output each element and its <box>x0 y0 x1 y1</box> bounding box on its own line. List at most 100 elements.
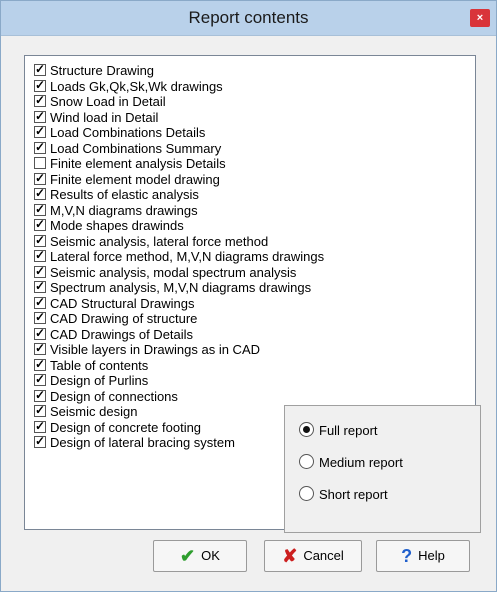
checkmark-icon: ✓ <box>35 139 46 154</box>
checkbox-checked[interactable]: ✓ <box>34 310 46 324</box>
checklist-item[interactable]: ✓ Design of concrete footing <box>34 419 202 436</box>
close-button[interactable]: × <box>470 9 490 27</box>
checkbox-checked[interactable]: ✓ <box>34 279 46 293</box>
report-type-group: Full report Medium report Short report <box>284 405 481 533</box>
radio-dot-icon <box>303 426 310 433</box>
checklist-item[interactable]: ✓ Wind load in Detail <box>34 108 159 126</box>
checklist-item[interactable]: ✓ Lateral force method, M,V,N diagrams dr… <box>34 248 324 265</box>
checklist-item[interactable]: ✓ Table of contents <box>34 357 148 374</box>
checklist-item[interactable]: ✓ Results of elastic analysis <box>34 186 199 203</box>
checkmark-icon: ✓ <box>35 387 46 402</box>
checklist-item-label: Finite element model drawing <box>50 171 220 187</box>
checkbox-checked[interactable]: ✓ <box>34 326 46 340</box>
checklist-item-label: Load Combinations Details <box>50 125 206 140</box>
checklist-item-label: Finite element analysis Details <box>50 156 226 171</box>
checklist-item-label: CAD Structural Drawings <box>50 295 195 311</box>
checkbox-checked[interactable]: ✓ <box>34 248 46 262</box>
checkbox-checked[interactable]: ✓ <box>34 108 46 123</box>
report-type-label: Short report <box>319 487 388 502</box>
checkmark-icon: ✓ <box>35 124 46 138</box>
checklist-item[interactable]: ✓ Load Combinations Details <box>34 124 206 141</box>
title-bar: Report contents × <box>1 1 496 36</box>
checklist-item-label: Loads Gk,Qk,Sk,Wk drawings <box>50 78 223 94</box>
checklist-item-label: Design of lateral bracing system <box>50 435 235 450</box>
checkmark-icon: ✓ <box>35 201 46 216</box>
checkbox-unchecked[interactable] <box>34 157 46 169</box>
checkmark-icon: ✓ <box>35 294 46 309</box>
report-type-option[interactable]: Short report <box>299 484 388 506</box>
checklist-item-label: Design of concrete footing <box>50 419 202 435</box>
checklist-item-label: CAD Drawings of Details <box>50 326 194 342</box>
checklist-item[interactable]: ✓ Structure Drawing <box>34 62 154 79</box>
checkbox-checked[interactable]: ✓ <box>34 294 46 309</box>
checkmark-icon: ✓ <box>35 77 46 92</box>
checklist-item-label: Mode shapes drawinds <box>50 218 184 233</box>
ok-label: OK <box>201 548 220 563</box>
checklist-item-label: Wind load in Detail <box>50 109 159 125</box>
checkmark-icon: ✓ <box>35 108 46 123</box>
checkbox-checked[interactable]: ✓ <box>34 217 46 231</box>
checkbox-checked[interactable]: ✓ <box>34 403 46 417</box>
checkmark-icon: ✓ <box>35 170 46 185</box>
checklist-item[interactable]: ✓ Spectrum analysis, M,V,N diagrams drawi… <box>34 279 312 296</box>
checkmark-icon: ✓ <box>35 434 46 448</box>
report-type-label: Medium report <box>319 455 403 470</box>
checkbox-checked[interactable]: ✓ <box>34 139 46 154</box>
checkmark-icon: ✓ <box>35 403 46 417</box>
checklist-item-label: Load Combinations Summary <box>50 140 222 156</box>
radio-selected[interactable] <box>299 422 314 437</box>
checklist-item[interactable]: ✓ Design of connections <box>34 387 178 405</box>
checklist-item-label: Visible layers in Drawings as in CAD <box>50 342 261 357</box>
cancel-button[interactable]: ✘ Cancel <box>264 540 362 572</box>
checkbox-checked[interactable]: ✓ <box>34 419 46 433</box>
checklist-item[interactable]: ✓ M,V,N diagrams drawings <box>34 201 198 219</box>
checkbox-checked[interactable]: ✓ <box>34 387 46 402</box>
checkbox-checked[interactable]: ✓ <box>34 77 46 92</box>
checklist-item[interactable]: ✓ Loads Gk,Qk,Sk,Wk drawings <box>34 77 223 95</box>
checklist-item[interactable]: ✓ CAD Drawing of structure <box>34 310 197 327</box>
ok-button[interactable]: ✔ OK <box>153 540 247 572</box>
close-icon: × <box>476 12 484 24</box>
checklist-item[interactable]: ✓ Visible layers in Drawings as in CAD <box>34 341 261 358</box>
checklist-item[interactable]: ✓ CAD Drawings of Details <box>34 326 194 343</box>
checkbox-checked[interactable]: ✓ <box>34 233 46 247</box>
checklist-item-label: Design of connections <box>50 388 178 404</box>
report-type-option[interactable]: Medium report <box>299 452 403 474</box>
checkbox-checked[interactable]: ✓ <box>34 341 46 355</box>
report-type-label: Full report <box>319 423 378 438</box>
checkbox-checked[interactable]: ✓ <box>34 186 46 200</box>
report-type-option[interactable]: Full report <box>299 420 378 442</box>
checklist-item[interactable]: ✓ Design of lateral bracing system <box>34 434 235 451</box>
checkmark-icon: ✓ <box>35 93 46 107</box>
checkbox-checked[interactable]: ✓ <box>34 124 46 138</box>
checkbox-checked[interactable]: ✓ <box>34 357 46 371</box>
checkbox-checked[interactable]: ✓ <box>34 372 46 386</box>
dialog-title: Report contents <box>188 8 309 27</box>
checkmark-icon: ✓ <box>35 310 46 324</box>
checkbox-checked[interactable]: ✓ <box>34 434 46 448</box>
checkbox-checked[interactable]: ✓ <box>34 201 46 216</box>
checklist-item[interactable]: ✓ CAD Structural Drawings <box>34 294 195 312</box>
checklist-item[interactable]: ✓ Finite element model drawing <box>34 170 220 188</box>
help-button[interactable]: ? Help <box>376 540 470 572</box>
checklist-item[interactable]: Finite element analysis Details <box>34 156 226 172</box>
radio-unselected[interactable] <box>299 486 314 501</box>
checkbox-checked[interactable]: ✓ <box>34 93 46 107</box>
checklist-item[interactable]: ✓ Seismic design <box>34 403 137 420</box>
help-label: Help <box>418 548 445 563</box>
checklist-item[interactable]: ✓ Seismic analysis, lateral force method <box>34 233 269 250</box>
checklist-item[interactable]: ✓ Load Combinations Summary <box>34 139 222 157</box>
checklist-item[interactable]: ✓ Design of Purlins <box>34 372 148 389</box>
question-icon: ? <box>401 546 413 566</box>
checkbox-checked[interactable]: ✓ <box>34 62 46 76</box>
checkbox-checked[interactable]: ✓ <box>34 170 46 185</box>
x-icon: ✘ <box>282 546 298 566</box>
checklist-item-label: M,V,N diagrams drawings <box>50 202 198 218</box>
checklist-item-label: Spectrum analysis, M,V,N diagrams drawin… <box>50 280 312 295</box>
checklist-item[interactable]: ✓ Snow Load in Detail <box>34 93 166 110</box>
radio-unselected[interactable] <box>299 454 314 469</box>
checklist-item[interactable]: ✓ Mode shapes drawinds <box>34 217 184 234</box>
checkbox-checked[interactable]: ✓ <box>34 264 46 278</box>
checklist-item-label: Seismic analysis, lateral force method <box>50 233 269 249</box>
checklist-item[interactable]: ✓ Seismic analysis, modal spectrum analys… <box>34 264 296 281</box>
